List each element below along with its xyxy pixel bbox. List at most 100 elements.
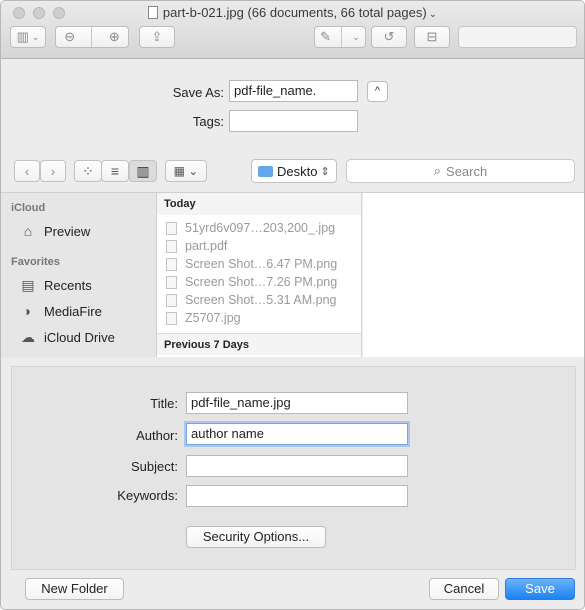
file-column: Today 51yrd6v097…203,200_.jpg part.pdf S…	[157, 193, 362, 357]
subject-label: Subject:	[131, 459, 178, 474]
empty-column	[363, 193, 584, 357]
window-title-text: part-b-021.jpg (66 documents, 66 total p…	[162, 5, 427, 20]
up-down-chevron-icon: ⇕	[320, 165, 330, 178]
cloud-icon: ☁	[21, 329, 35, 345]
file-item[interactable]: part.pdf	[166, 239, 227, 253]
pdf-file-icon	[166, 239, 177, 253]
icon-view-icon: ⁘	[82, 162, 94, 179]
toolbox-icon: ⊟	[426, 29, 438, 44]
chevron-up-icon: ^	[374, 85, 381, 97]
file-item[interactable]: 51yrd6v097…203,200_.jpg	[166, 221, 335, 235]
file-name: 51yrd6v097…203,200_.jpg	[185, 221, 336, 235]
sidebar-heading-favorites: Favorites	[11, 256, 60, 268]
file-item[interactable]: Screen Shot…5.31 AM.png	[166, 293, 336, 307]
sidebar-item-icloud-drive[interactable]: ☁ iCloud Drive	[19, 329, 115, 346]
column-view-icon: ▥	[136, 162, 150, 179]
new-folder-button[interactable]: New Folder	[25, 578, 124, 600]
file-item[interactable]: Z5707.jpg	[166, 311, 241, 325]
back-button[interactable]: ‹	[14, 160, 40, 182]
title-field[interactable]: pdf-file_name.jpg	[186, 392, 408, 414]
image-file-icon	[166, 275, 177, 289]
gallery-view-icon: ▦ ⌄	[173, 164, 199, 178]
pdf-options-panel: Title: pdf-file_name.jpg Author: author …	[11, 366, 576, 570]
sidebar-item-label: iCloud Drive	[44, 330, 115, 345]
list-view-icon: ≡	[110, 163, 120, 179]
sidebar-item-preview[interactable]: ⌂ Preview	[19, 223, 90, 239]
title-label: Title:	[150, 396, 178, 411]
document-icon	[147, 6, 158, 19]
file-name: Screen Shot…6.47 PM.png	[185, 257, 338, 271]
toolbox-button[interactable]: ⊟	[414, 26, 450, 48]
share-icon: ⇪	[151, 29, 163, 44]
chevron-left-icon: ‹	[24, 163, 30, 179]
share-button[interactable]: ⇪	[139, 26, 175, 48]
cancel-button[interactable]: Cancel	[429, 578, 499, 600]
save-as-label: Save As:	[172, 85, 224, 100]
column-view-button[interactable]: ▥	[129, 160, 157, 182]
search-field[interactable]: ⌕ Search	[346, 159, 575, 183]
security-options-button[interactable]: Security Options...	[186, 526, 326, 548]
expand-dialog-button[interactable]: ^	[367, 81, 388, 102]
tags-label: Tags:	[192, 114, 224, 129]
title-bar: part-b-021.jpg (66 documents, 66 total p…	[1, 1, 584, 59]
save-button[interactable]: Save	[505, 578, 575, 600]
sidebar-heading-icloud: iCloud	[11, 202, 46, 214]
sidebar-toggle-button[interactable]: ▥ ⌄	[10, 26, 46, 48]
sidebar-item-label: Recents	[44, 278, 92, 293]
gallery-view-button[interactable]: ▦ ⌄	[165, 160, 207, 182]
sidebar: iCloud ⌂ Preview Favorites ▤ Recents ◗ M…	[1, 193, 157, 357]
group-heading-previous-7-days: Previous 7 Days	[157, 333, 361, 355]
sidebar-icon: ▥	[16, 29, 29, 44]
file-name: Z5707.jpg	[185, 311, 241, 325]
sidebar-item-recents[interactable]: ▤ Recents	[19, 277, 92, 294]
chevron-down-icon[interactable]: ⌄	[429, 9, 437, 20]
divider	[91, 27, 93, 47]
location-label: Deskto	[277, 163, 318, 179]
file-item[interactable]: Screen Shot…6.47 PM.png	[166, 257, 337, 271]
search-placeholder: Search	[446, 163, 488, 179]
mediafire-icon: ◗	[23, 303, 33, 319]
location-popup[interactable]: Deskto ⇕	[251, 159, 337, 183]
divider	[341, 27, 343, 47]
rotate-button[interactable]: ↺	[371, 26, 407, 48]
zoom-in-icon[interactable]: ⊕	[109, 29, 120, 45]
keywords-field[interactable]	[186, 485, 408, 507]
image-file-icon	[166, 293, 177, 307]
pen-icon: ✎	[320, 29, 331, 44]
file-browser: iCloud ⌂ Preview Favorites ▤ Recents ◗ M…	[1, 192, 584, 357]
subject-field[interactable]	[186, 455, 408, 477]
sidebar-item-label: Preview	[44, 223, 91, 239]
chevron-right-icon: ›	[50, 163, 56, 179]
sidebar-item-mediafire[interactable]: ◗ MediaFire	[19, 303, 102, 319]
file-item[interactable]: Screen Shot…7.26 PM.png	[166, 275, 337, 289]
chevron-down-icon: ⌄	[31, 31, 40, 42]
chevron-down-icon: ⌄	[352, 31, 360, 42]
author-field[interactable]: author name	[186, 423, 408, 445]
image-file-icon	[166, 257, 177, 271]
zoom-control: ⊖ ⊕	[55, 26, 129, 48]
file-name: part.pdf	[185, 239, 228, 253]
image-file-icon	[166, 311, 177, 325]
toolbar-search-field[interactable]	[458, 26, 577, 48]
folder-icon	[258, 165, 273, 177]
markup-button[interactable]: ✎ ⌄	[314, 26, 366, 48]
file-name: Screen Shot…5.31 AM.png	[185, 293, 337, 307]
sidebar-item-label: MediaFire	[44, 303, 102, 319]
file-name: Screen Shot…7.26 PM.png	[185, 275, 338, 289]
group-heading-today: Today	[157, 193, 361, 215]
search-icon: ⌕	[433, 163, 442, 178]
list-view-button[interactable]: ≡	[101, 160, 129, 182]
tags-field[interactable]	[229, 110, 358, 132]
author-label: Author:	[136, 428, 178, 443]
rotate-icon: ↺	[383, 29, 395, 44]
image-file-icon	[166, 221, 177, 235]
keywords-label: Keywords:	[117, 488, 178, 503]
forward-button[interactable]: ›	[40, 160, 66, 182]
save-as-field[interactable]: pdf-file_name.	[229, 80, 358, 102]
recents-icon: ▤	[21, 277, 35, 293]
window-title: part-b-021.jpg (66 documents, 66 total p…	[1, 5, 584, 20]
save-dialog-window: part-b-021.jpg (66 documents, 66 total p…	[0, 0, 585, 610]
zoom-out-icon[interactable]: ⊖	[64, 29, 75, 45]
icon-view-button[interactable]: ⁘	[74, 160, 102, 182]
preview-icon: ⌂	[23, 223, 33, 239]
